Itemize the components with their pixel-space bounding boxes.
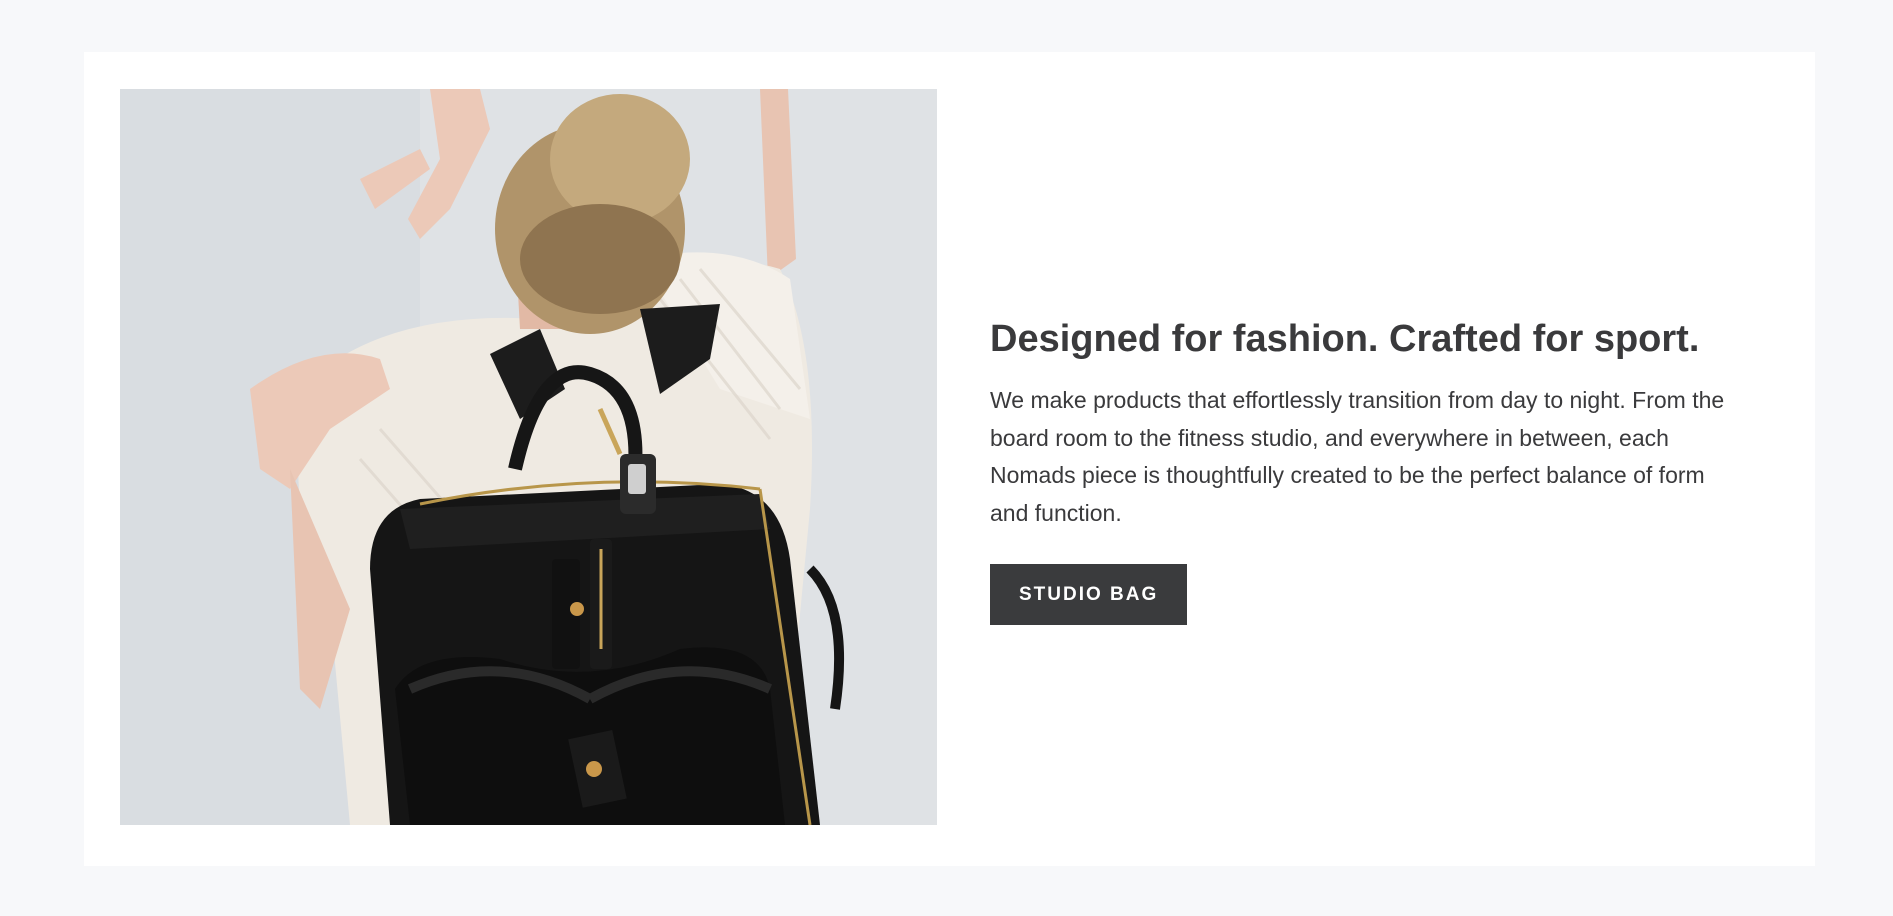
feature-text: Designed for fashion. Crafted for sport.…: [990, 314, 1770, 625]
feature-image: [120, 89, 937, 825]
feature-card: Designed for fashion. Crafted for sport.…: [84, 52, 1815, 866]
backpack-photo: [120, 89, 937, 825]
studio-bag-button[interactable]: STUDIO BAG: [990, 564, 1188, 625]
feature-headline: Designed for fashion. Crafted for sport.: [990, 318, 1700, 360]
feature-description: We make products that effortlessly trans…: [990, 387, 1725, 526]
